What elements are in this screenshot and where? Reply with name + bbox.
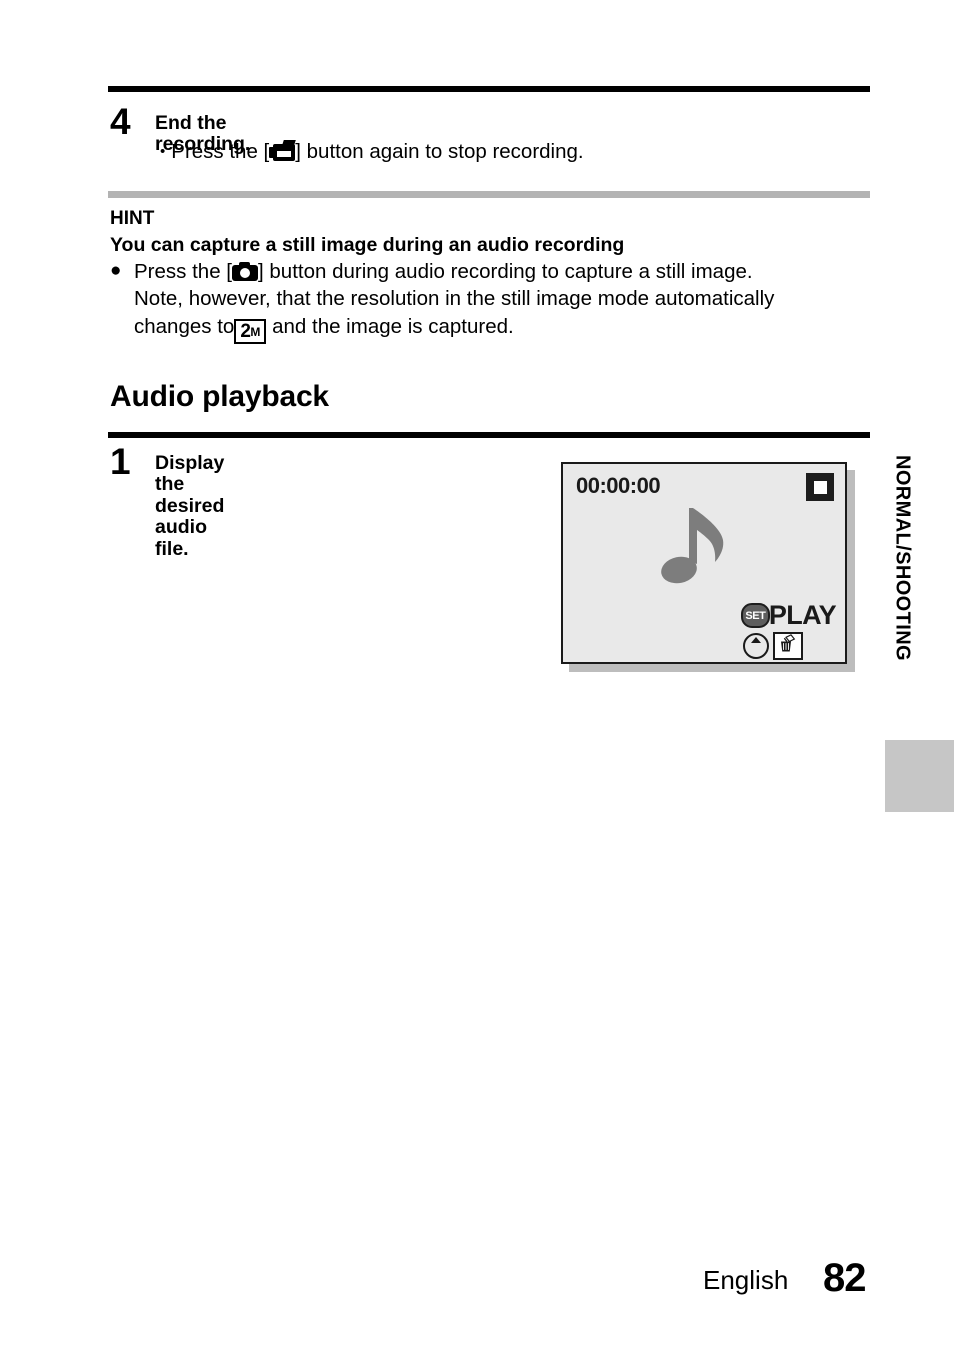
- hint-subtitle: You can capture a still image during an …: [110, 234, 625, 256]
- resolution-2m-badge: 2M: [234, 318, 267, 345]
- rule-under-heading: [108, 432, 870, 438]
- hint-label: HINT: [110, 208, 155, 229]
- lcd-sub-row: [743, 632, 803, 660]
- footer-language: English: [703, 1265, 789, 1295]
- trash-delete-icon: [773, 632, 803, 660]
- separator-gray-bar: [108, 191, 870, 198]
- step-1-number: 1: [110, 441, 131, 482]
- hint-line3-after: and the image is captured.: [272, 314, 514, 338]
- footer-page-number: 82: [823, 1256, 866, 1300]
- step-4-number: 4: [110, 101, 131, 142]
- bullet-text-before: Press the [: [171, 140, 270, 163]
- bullet-text-after: ] button again to stop recording.: [295, 140, 584, 163]
- badge-number: 2: [240, 320, 251, 342]
- lcd-timecode: 00:00:00: [576, 473, 661, 498]
- stop-icon: [806, 473, 834, 501]
- step-1-title: Display the desired audio file.: [155, 452, 225, 560]
- hint-line1-after: ] button during audio recording to captu…: [258, 260, 753, 283]
- rule-top: [108, 86, 870, 92]
- page-edge-tab: [885, 740, 954, 812]
- lcd-play-label: PLAY: [768, 600, 837, 630]
- up-arrow-button-icon: [743, 633, 769, 659]
- lcd-play-row: SET PLAY: [740, 600, 837, 630]
- hint-bullet-marker: ●: [110, 260, 122, 281]
- hint-line2: Note, however, that the resolution in th…: [134, 287, 775, 311]
- side-section-label: NORMAL/SHOOTING: [881, 455, 923, 720]
- section-heading-audio-playback: Audio playback: [110, 380, 329, 413]
- side-section-label-text: NORMAL/SHOOTING: [891, 455, 914, 661]
- step-4-bullet: • Press the [ ] button again to stop recor…: [160, 139, 584, 165]
- music-note-icon: [653, 506, 727, 584]
- camcorder-icon: [269, 140, 297, 161]
- badge-unit: M: [250, 324, 261, 339]
- lcd-screen: 00:00:00 SET PLAY: [561, 462, 847, 664]
- bullet-marker: •: [160, 143, 166, 160]
- lcd-screen-illustration: 00:00:00 SET PLAY: [561, 462, 855, 672]
- hint-line1-before: Press the [: [134, 260, 232, 283]
- camera-icon: [232, 262, 258, 281]
- set-button-icon: SET: [740, 603, 770, 628]
- hint-line3-before: changes to: [134, 314, 235, 338]
- hint-body: ● Press the [ ] button during audio recor…: [110, 258, 880, 345]
- manual-page: 4 End the recording. • Press the [] butto…: [0, 0, 954, 1345]
- hint-paragraph: Press the [ ] button during audio recordi…: [110, 258, 880, 345]
